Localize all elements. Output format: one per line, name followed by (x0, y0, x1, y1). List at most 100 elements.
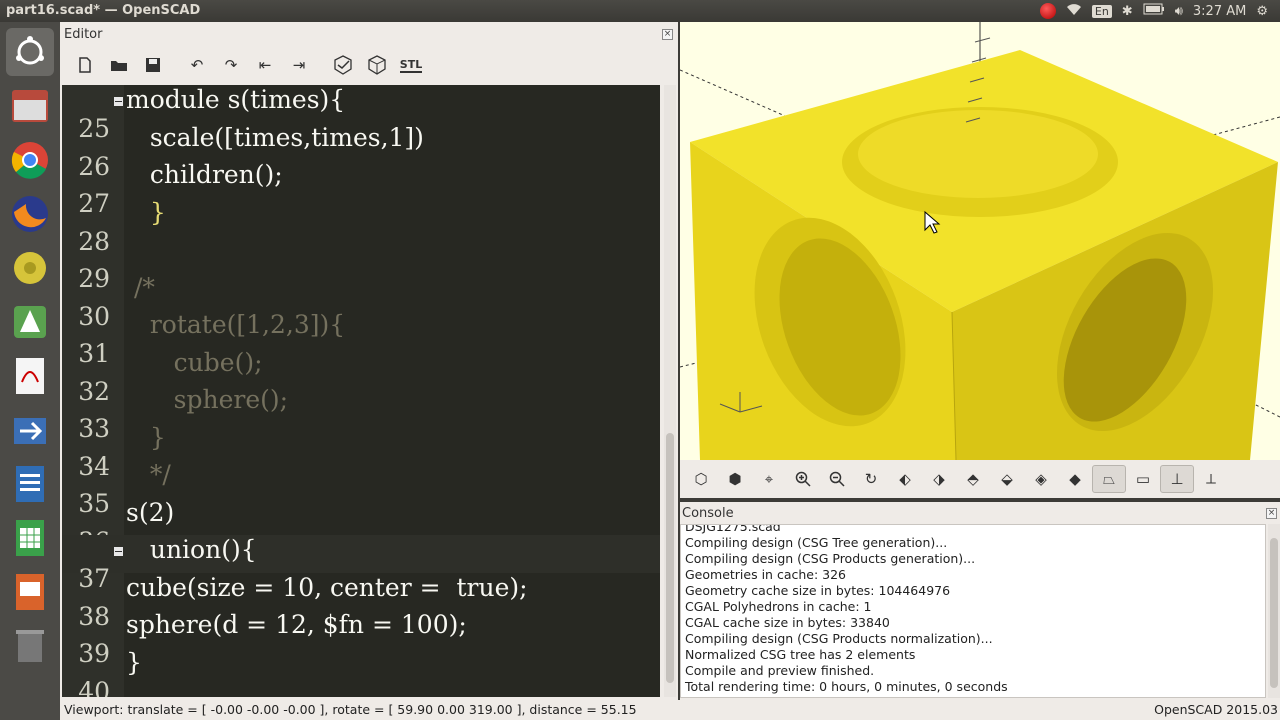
undo-icon[interactable]: ↶ (180, 53, 214, 77)
code-line[interactable]: 36 s(2) (62, 498, 660, 556)
editor-title: Editor (64, 27, 103, 42)
zoom-out-icon[interactable] (820, 465, 854, 493)
code-line[interactable]: 31 rotate([1,2,3]){ (62, 310, 660, 368)
render-icon[interactable] (360, 53, 394, 77)
code-line[interactable]: 41 (62, 685, 660, 697)
console-line: Geometries in cache: 326 (685, 567, 847, 582)
save-file-icon[interactable] (136, 53, 170, 77)
console-line: Geometry cache size in bytes: 104464976 (685, 583, 951, 598)
perspective-icon[interactable]: ⏢ (1092, 465, 1126, 493)
preview-icon[interactable] (326, 53, 360, 77)
evince-icon[interactable] (6, 352, 54, 400)
view-front-icon[interactable]: ◈ (1024, 465, 1058, 493)
console-title: Console (682, 506, 734, 521)
keyboard-layout[interactable]: En (1091, 4, 1112, 18)
console-panel: Console × DSJG1275.scad Compiling design… (680, 502, 1280, 700)
render-icon[interactable]: ⬢ (718, 465, 752, 493)
gear-icon[interactable]: ⚙ (1256, 4, 1268, 19)
code-line[interactable]: 26 scale([times,times,1]) (62, 123, 660, 181)
console-line: CGAL cache size in bytes: 33840 (685, 615, 890, 630)
code-line[interactable]: 30 /* (62, 273, 660, 331)
version-label: OpenSCAD 2015.03 (1154, 702, 1278, 717)
fold-icon[interactable] (114, 97, 123, 106)
fold-icon[interactable] (114, 547, 123, 556)
scrollbar-thumb[interactable] (666, 433, 674, 683)
launcher (0, 22, 60, 720)
code-line[interactable]: 38 cube(size = 10, center = true); (62, 573, 660, 631)
console-line: Compiling design (CSG Products normaliza… (685, 631, 993, 646)
zoom-in-icon[interactable] (786, 465, 820, 493)
code-line[interactable]: 29 (62, 235, 660, 293)
code-line[interactable]: 39 sphere(d = 12, $fn = 100); (62, 610, 660, 668)
redo-icon[interactable]: ↷ (214, 53, 248, 77)
editor-scrollbar[interactable] (664, 85, 676, 697)
console-line: DSJG1275.scad (685, 524, 781, 534)
reset-view-icon[interactable]: ↻ (854, 465, 888, 493)
title-bar: part16.scad* — OpenSCAD En ✱ 🔊︎ 3:27 AM … (0, 0, 1280, 22)
writer-icon[interactable] (6, 460, 54, 508)
code-line[interactable]: 25 module s(times){ (62, 85, 660, 143)
console-line: Total rendering time: 0 hours, 0 minutes… (685, 679, 1008, 694)
battery-icon[interactable] (1143, 3, 1165, 19)
editor-panel: Editor × ↶ ↷ ⇤ ⇥ STL 25 module s(times){… (60, 22, 678, 700)
firefox-icon[interactable] (6, 190, 54, 238)
bluetooth-icon[interactable]: ✱ (1122, 4, 1133, 19)
view-back-icon[interactable]: ◆ (1058, 465, 1092, 493)
close-icon[interactable]: × (662, 29, 673, 40)
ubuntu-dash-icon[interactable] (6, 28, 54, 76)
console-output[interactable]: DSJG1275.scad Compiling design (CSG Tree… (680, 524, 1266, 698)
code-line[interactable]: 35 */ (62, 460, 660, 518)
stl-label: STL (399, 57, 423, 73)
console-line: Compiling design (CSG Tree generation)..… (685, 535, 948, 550)
new-file-icon[interactable] (68, 53, 102, 77)
console-line: Compiling design (CSG Products generatio… (685, 551, 976, 566)
console-scrollbar[interactable] (1268, 524, 1280, 698)
inkscape-icon[interactable] (6, 298, 54, 346)
3d-viewport[interactable] (680, 22, 1280, 460)
code-line[interactable]: 33 sphere(); (62, 385, 660, 443)
view-bottom-icon[interactable]: ⬘ (956, 465, 990, 493)
chrome-icon[interactable] (6, 136, 54, 184)
code-editor[interactable]: 25 module s(times){ 26 scale([times,time… (62, 85, 660, 697)
viewport-status: Viewport: translate = [ -0.00 -0.00 -0.0… (64, 702, 637, 717)
console-line: CGAL Polyhedrons in cache: 1 (685, 599, 872, 614)
code-line[interactable]: 28 } (62, 198, 660, 256)
scrollbar-thumb[interactable] (1270, 538, 1278, 688)
file-manager-icon[interactable] (6, 82, 54, 130)
editor-toolbar: ↶ ↷ ⇤ ⇥ STL (68, 52, 428, 78)
software-icon[interactable] (6, 406, 54, 454)
record-icon[interactable] (1039, 3, 1056, 19)
export-stl-icon[interactable]: STL (394, 53, 428, 77)
model-render (680, 22, 1280, 460)
console-line: Compile and preview finished. (685, 663, 875, 678)
openscad-icon[interactable] (6, 244, 54, 292)
code-line[interactable]: 40 } (62, 648, 660, 698)
view-toolbar: ⬡ ⬢ ⌖ ↻ ⬖ ⬗ ⬘ ⬙ ◈ ◆ ⏢ ▭ ⊥ ⟂ (680, 460, 1280, 498)
indent-icon[interactable]: ⇥ (282, 53, 316, 77)
code-line[interactable]: 34 } (62, 423, 660, 481)
clock[interactable]: 3:27 AM (1193, 4, 1246, 19)
view-right-icon[interactable]: ⬖ (888, 465, 922, 493)
close-icon[interactable]: × (1266, 508, 1277, 519)
open-file-icon[interactable] (102, 53, 136, 77)
code-line[interactable]: 27 children(); (62, 160, 660, 218)
preview-icon[interactable]: ⬡ (684, 465, 718, 493)
unindent-icon[interactable]: ⇤ (248, 53, 282, 77)
impress-icon[interactable] (6, 568, 54, 616)
view-top-icon[interactable]: ⬗ (922, 465, 956, 493)
code-line[interactable]: 32 cube(); (62, 348, 660, 406)
show-axes-icon[interactable]: ⊥ (1160, 465, 1194, 493)
view-left-icon[interactable]: ⬙ (990, 465, 1024, 493)
show-scale-icon[interactable]: ⟂ (1194, 465, 1228, 493)
console-line: Normalized CSG tree has 2 elements (685, 647, 916, 662)
volume-icon[interactable]: 🔊︎ (1175, 4, 1183, 19)
code-line-current[interactable]: 37 union(){ (62, 535, 660, 593)
trash-icon[interactable] (6, 622, 54, 670)
window-title: part16.scad* — OpenSCAD (6, 3, 201, 18)
status-bar: Viewport: translate = [ -0.00 -0.00 -0.0… (60, 700, 1280, 720)
orthogonal-icon[interactable]: ▭ (1126, 465, 1160, 493)
wifi-icon[interactable] (1066, 2, 1082, 20)
calc-icon[interactable] (6, 514, 54, 562)
system-tray: En ✱ 🔊︎ 3:27 AM ⚙ (1039, 0, 1280, 22)
view-all-icon[interactable]: ⌖ (752, 465, 786, 493)
